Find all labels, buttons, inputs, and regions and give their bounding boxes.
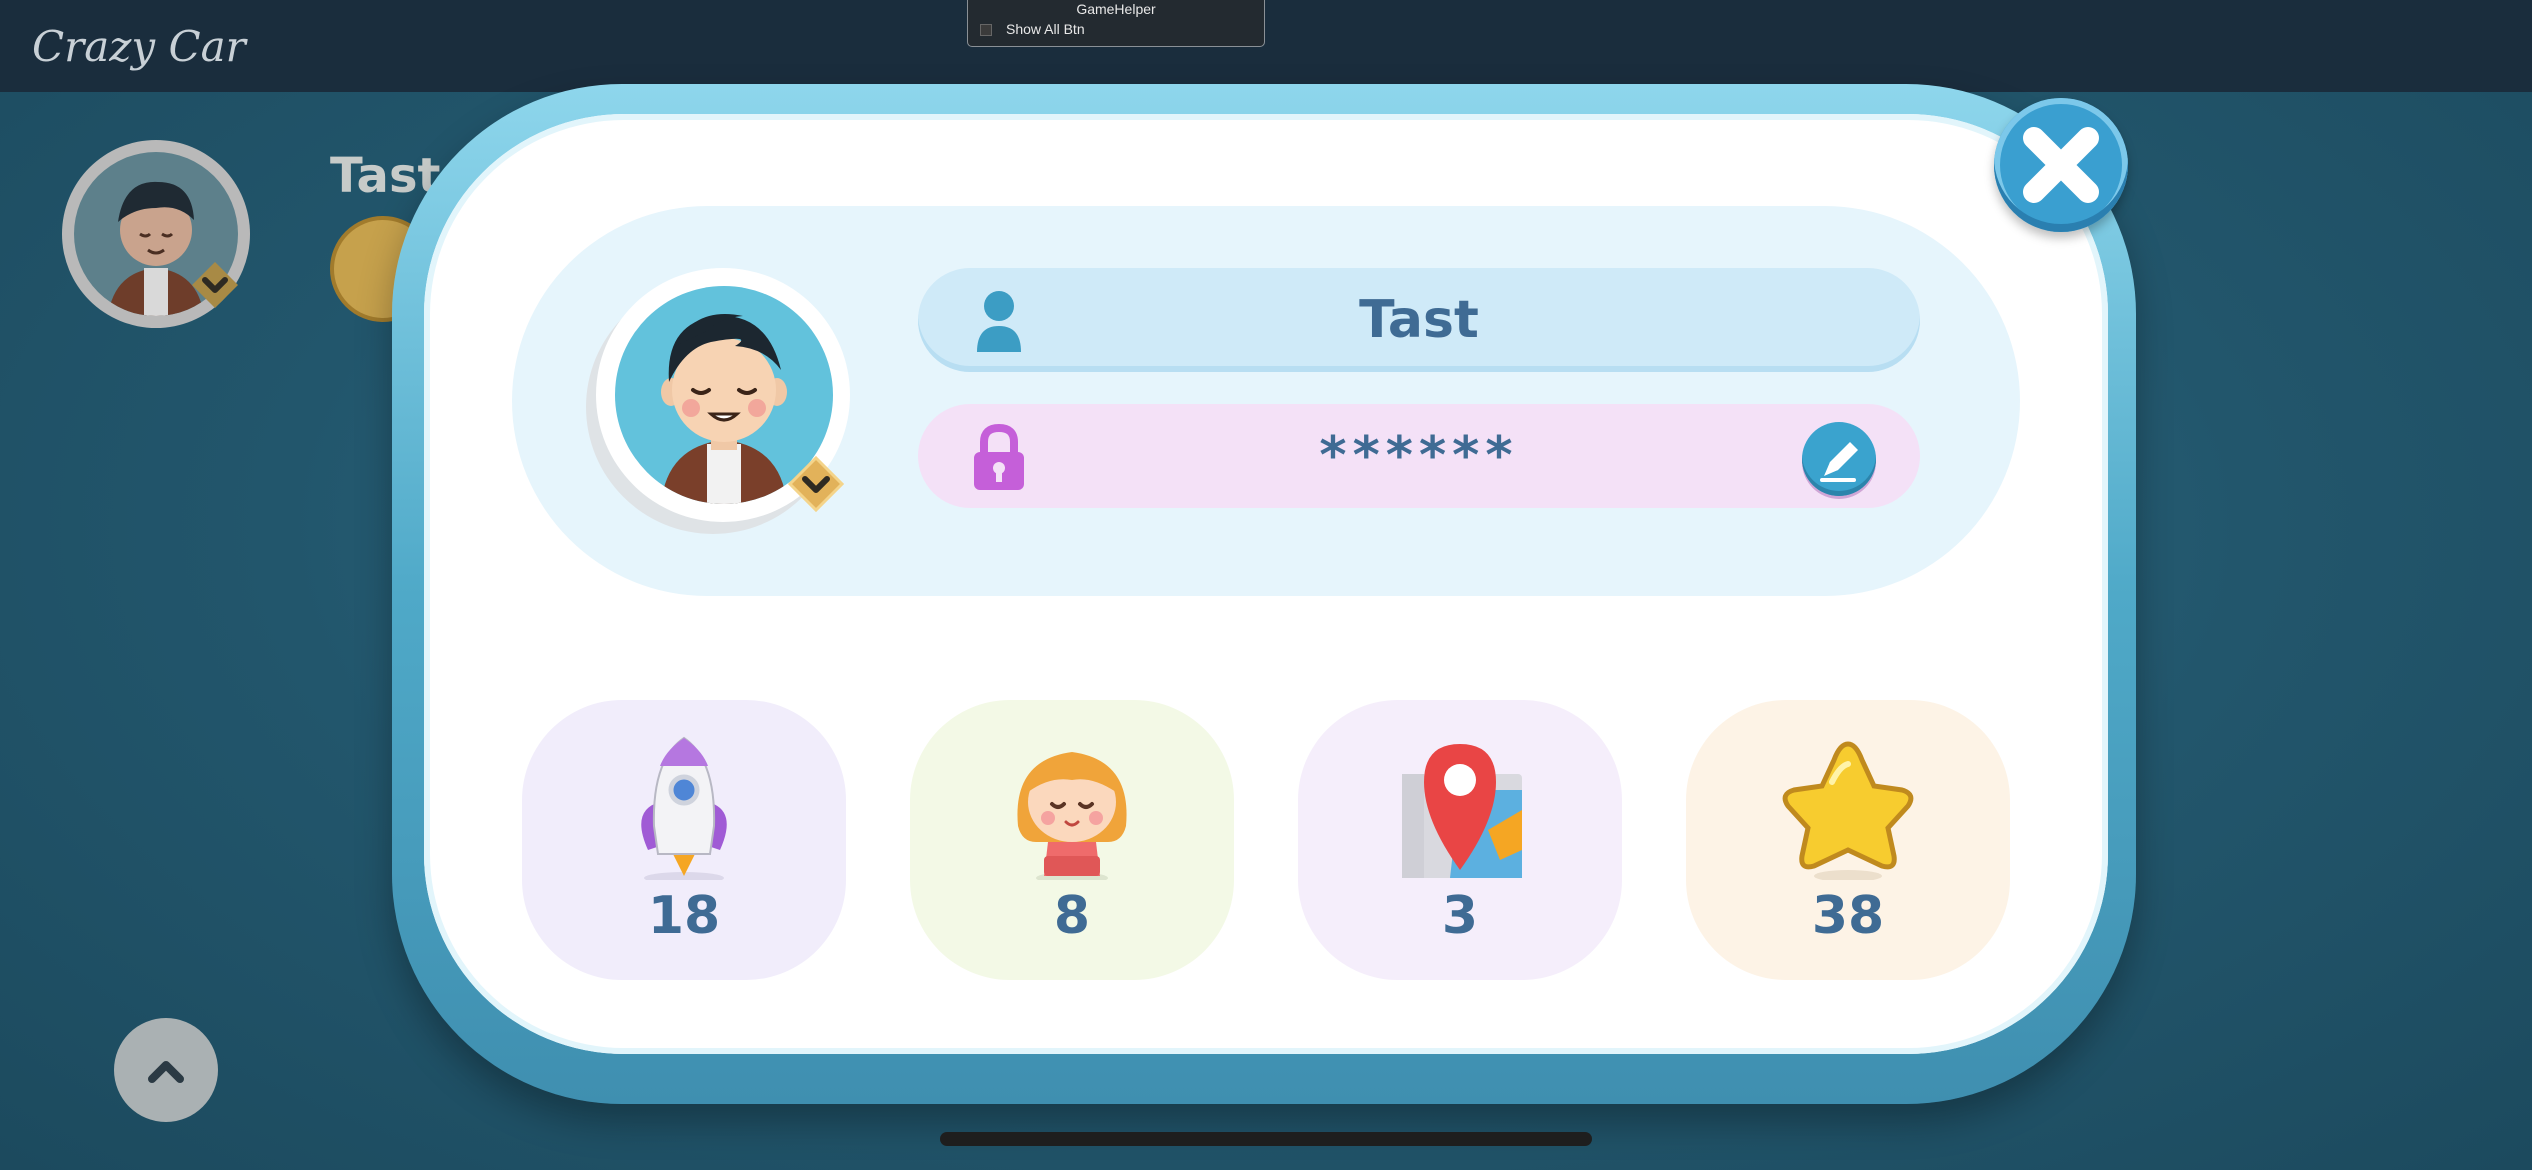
stat-value-star: 38 (1811, 886, 1885, 946)
girl-character-icon (1017, 752, 1127, 880)
map-pin-icon (1402, 744, 1522, 878)
expand-up-button[interactable] (114, 1018, 218, 1122)
chevron-down-badge-icon (192, 262, 238, 308)
top-bar (0, 0, 2532, 92)
rocket-icon (641, 736, 727, 880)
username-value: Tast (1359, 290, 1479, 350)
stat-card-character[interactable]: 8 (910, 700, 1234, 980)
password-field: ****** (918, 404, 1920, 508)
stat-value-rocket: 18 (647, 886, 721, 946)
stat-card-map[interactable]: 3 (1298, 700, 1622, 980)
password-value: ****** (1319, 426, 1519, 486)
star-icon (1782, 741, 1914, 880)
show-all-btn-checkbox[interactable] (980, 24, 992, 36)
game-helper-panel: GameHelper Show All Btn (967, 0, 1265, 47)
stat-card-rocket[interactable]: 18 (522, 700, 846, 980)
close-button[interactable] (1994, 98, 2128, 232)
game-helper-title: GameHelper (1076, 1, 1156, 17)
edit-password-button[interactable] (1802, 422, 1876, 496)
stat-card-star[interactable]: 38 (1686, 700, 2010, 980)
username-field: Tast (918, 268, 1920, 372)
pencil-icon (1820, 442, 1858, 482)
chevron-up-icon (148, 1061, 184, 1083)
stat-value-character: 8 (1053, 886, 1091, 946)
show-all-btn-label[interactable]: Show All Btn (1006, 21, 1085, 37)
close-x-icon (2023, 127, 2099, 203)
background-avatar[interactable] (62, 140, 250, 328)
chevron-down-badge-icon[interactable] (786, 454, 846, 514)
app-title: Crazy Car (32, 22, 246, 71)
stat-value-map: 3 (1441, 886, 1479, 946)
home-indicator[interactable] (940, 1132, 1592, 1146)
